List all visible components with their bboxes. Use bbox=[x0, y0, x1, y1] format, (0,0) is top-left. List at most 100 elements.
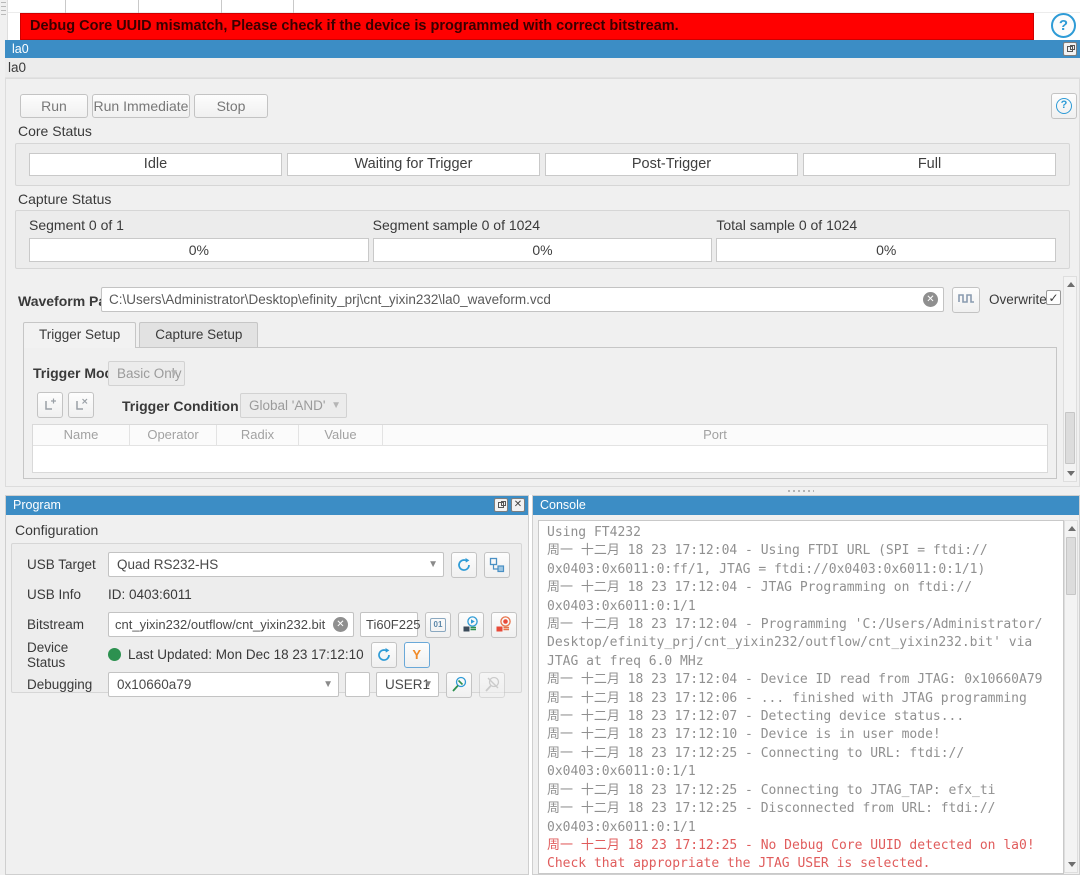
segment-progressbar: 0% bbox=[29, 238, 369, 262]
help-button[interactable]: ? bbox=[1051, 93, 1077, 119]
console-panel: Console Using FT4232周一 十二月 18 23 17:12:0… bbox=[532, 495, 1080, 875]
program-title: Program bbox=[13, 498, 61, 512]
la0-titlebar[interactable]: la0 bbox=[5, 40, 1080, 58]
tab-capture-setup[interactable]: Capture Setup bbox=[139, 322, 258, 347]
run-immediate-button[interactable]: Run Immediate bbox=[92, 94, 190, 118]
console-title: Console bbox=[540, 498, 586, 512]
core-state-posttrigger: Post-Trigger bbox=[545, 153, 798, 176]
run-button[interactable]: Run bbox=[20, 94, 88, 118]
column-port[interactable]: Port bbox=[383, 425, 1047, 445]
capture-status-label: Capture Status bbox=[18, 191, 111, 207]
scroll-up-icon[interactable] bbox=[1067, 282, 1075, 287]
refresh-usb-button[interactable] bbox=[451, 552, 477, 578]
remove-trigger-button[interactable] bbox=[68, 392, 94, 418]
program-panel: Program ✕ Configuration USB Target Quad … bbox=[5, 495, 529, 875]
refresh-icon bbox=[376, 647, 392, 663]
jtag-user-select[interactable]: USER1▼ bbox=[376, 672, 439, 697]
program-titlebar[interactable]: Program ✕ bbox=[6, 496, 528, 515]
console-line: 0x0403:0x6011:0:ff/1, JTAG = ftdi://0x04… bbox=[547, 561, 1063, 579]
debug-index-field[interactable] bbox=[345, 672, 370, 697]
console-line: Check that appropriate the JTAG USER is … bbox=[547, 855, 1063, 873]
console-titlebar[interactable]: Console bbox=[533, 496, 1079, 515]
total-sample-label: Total sample 0 of 1024 bbox=[716, 217, 1056, 233]
stop-button[interactable]: Stop bbox=[194, 94, 268, 118]
core-status-label: Core Status bbox=[18, 123, 92, 139]
waveform-scrollbar[interactable] bbox=[1063, 276, 1077, 482]
debug-core-select[interactable]: 0x10660a79▼ bbox=[108, 672, 339, 697]
total-sample-progressbar: 0% bbox=[716, 238, 1056, 262]
error-banner: Debug Core UUID mismatch, Please check i… bbox=[20, 13, 1034, 40]
segment-sample-progressbar: 0% bbox=[373, 238, 713, 262]
console-log[interactable]: Using FT4232周一 十二月 18 23 17:12:04 - Usin… bbox=[538, 520, 1064, 874]
console-line: 周一 十二月 18 23 17:12:25 - Connecting to JT… bbox=[547, 782, 1063, 800]
connect-debugger-button[interactable] bbox=[446, 672, 472, 698]
trigger-table: Name Operator Radix Value Port bbox=[32, 424, 1048, 473]
jtag-chain-button[interactable]: Y bbox=[404, 642, 430, 668]
scroll-thumb[interactable] bbox=[1066, 537, 1076, 595]
clear-bitstream-icon[interactable]: ✕ bbox=[333, 617, 348, 632]
float-window-icon[interactable] bbox=[494, 498, 508, 512]
splitter-grip[interactable] bbox=[788, 490, 814, 492]
la0-instance-label: la0 bbox=[5, 58, 1080, 78]
program-device-button[interactable] bbox=[458, 612, 484, 638]
device-field[interactable]: Ti60F225 bbox=[360, 612, 418, 637]
refresh-status-button[interactable] bbox=[371, 642, 397, 668]
topology-icon bbox=[489, 557, 505, 573]
scan-topology-button[interactable] bbox=[484, 552, 510, 578]
console-line: 周一 十二月 18 23 17:12:25 - No Debug Core UU… bbox=[547, 837, 1063, 855]
console-line: 周一 十二月 18 23 17:12:04 - Programming 'C:/… bbox=[547, 616, 1063, 634]
console-line: 周一 十二月 18 23 17:12:04 - Using FTDI URL (… bbox=[547, 542, 1063, 560]
binary-mode-button[interactable]: 01 bbox=[425, 612, 451, 638]
core-status-group: Idle Waiting for Trigger Post-Trigger Fu… bbox=[15, 143, 1070, 186]
help-icon: ? bbox=[1056, 98, 1072, 114]
tab-trigger-setup[interactable]: Trigger Setup bbox=[23, 322, 136, 348]
clear-path-icon[interactable]: ✕ bbox=[923, 292, 938, 307]
bitstream-input[interactable]: cnt_yixin232/outflow/cnt_yixin232.bit ✕ bbox=[108, 612, 354, 637]
close-icon[interactable]: ✕ bbox=[511, 498, 525, 512]
trigger-condition-select[interactable]: Global 'AND'▼ bbox=[240, 393, 347, 418]
overwrite-label: Overwrite bbox=[989, 292, 1047, 307]
scroll-down-icon[interactable] bbox=[1067, 471, 1075, 476]
column-operator[interactable]: Operator bbox=[130, 425, 217, 445]
core-state-idle: Idle bbox=[29, 153, 282, 176]
configuration-group: USB Target Quad RS232-HS▼ USB Info I bbox=[11, 543, 522, 693]
debugging-row: Debugging 0x10660a79▼ USER1▼ bbox=[27, 671, 521, 698]
waveform-path-value: C:\Users\Administrator\Desktop\efinity_p… bbox=[109, 292, 551, 307]
scroll-up-icon[interactable] bbox=[1068, 526, 1076, 531]
console-scrollbar[interactable] bbox=[1064, 520, 1078, 873]
dock-grip[interactable] bbox=[1, 2, 6, 16]
waveform-icon bbox=[958, 292, 975, 306]
console-line: 周一 十二月 18 23 17:12:04 - Device ID read f… bbox=[547, 671, 1063, 689]
open-waveform-button[interactable] bbox=[952, 287, 980, 313]
help-icon[interactable]: ? bbox=[1051, 13, 1076, 38]
usb-target-select[interactable]: Quad RS232-HS▼ bbox=[108, 552, 444, 577]
float-window-icon[interactable] bbox=[1063, 42, 1077, 56]
stop-programming-button[interactable] bbox=[491, 612, 517, 638]
add-trigger-button[interactable] bbox=[37, 392, 63, 418]
overwrite-checkbox[interactable]: ✓ bbox=[1046, 290, 1061, 305]
console-line: JTAG at freq 6.0 MHz bbox=[547, 653, 1063, 671]
debug-core-value: 0x10660a79 bbox=[117, 677, 191, 692]
usb-info-label: USB Info bbox=[27, 587, 108, 602]
device-status-row: Device Status Last Updated: Mon Dec 18 2… bbox=[27, 641, 521, 668]
status-dot bbox=[108, 648, 121, 661]
disconnect-debugger-button[interactable] bbox=[479, 672, 505, 698]
waveform-path-input[interactable]: C:\Users\Administrator\Desktop\efinity_p… bbox=[101, 287, 944, 312]
probe-disconnect-icon bbox=[484, 676, 501, 693]
core-state-waiting: Waiting for Trigger bbox=[287, 153, 540, 176]
console-line: Desktop/efinity_prj/cnt_yixin232/outflow… bbox=[547, 634, 1063, 652]
trigger-setup-panel: Trigger Mode Basic Only▼ T bbox=[23, 347, 1057, 479]
probe-connect-icon bbox=[451, 676, 468, 693]
configuration-label: Configuration bbox=[15, 522, 528, 538]
column-name[interactable]: Name bbox=[33, 425, 130, 445]
scroll-down-icon[interactable] bbox=[1068, 862, 1076, 867]
console-line: 0x0403:0x6011:0:1/1 bbox=[547, 598, 1063, 616]
console-line: 周一 十二月 18 23 17:12:10 - Device is in use… bbox=[547, 726, 1063, 744]
column-radix[interactable]: Radix bbox=[217, 425, 299, 445]
column-value[interactable]: Value bbox=[299, 425, 383, 445]
debugging-label: Debugging bbox=[27, 677, 108, 692]
trigger-mode-select[interactable]: Basic Only▼ bbox=[108, 361, 185, 386]
scroll-thumb[interactable] bbox=[1065, 412, 1075, 464]
console-line: 周一 十二月 18 23 17:12:06 - ... finished wit… bbox=[547, 690, 1063, 708]
horizontal-splitter[interactable] bbox=[0, 487, 1080, 495]
